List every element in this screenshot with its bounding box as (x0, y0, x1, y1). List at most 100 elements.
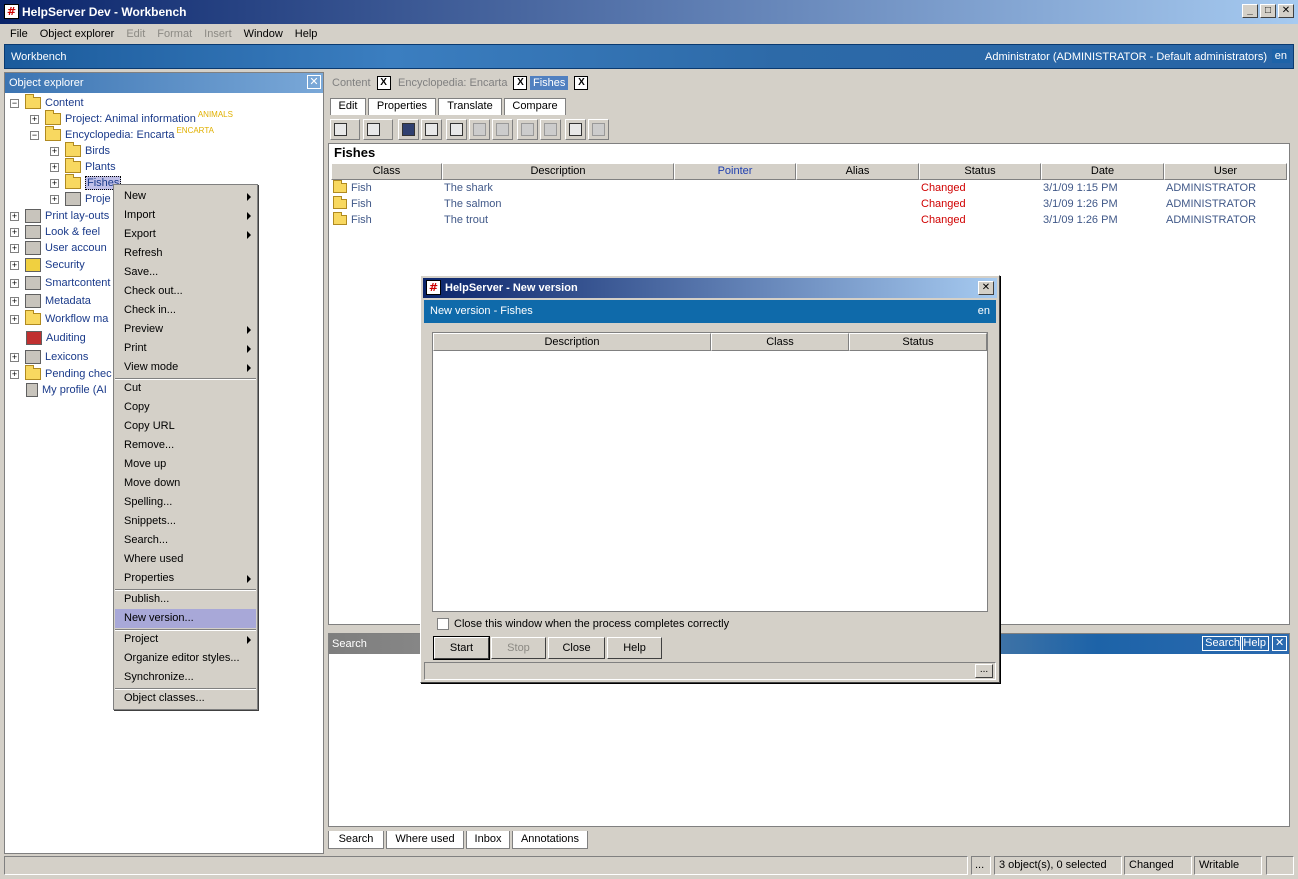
move-down-button[interactable] (540, 119, 561, 140)
expand-icon[interactable]: + (10, 243, 19, 253)
expand-icon[interactable]: + (10, 352, 19, 362)
expand-icon[interactable]: + (50, 146, 59, 156)
tree-item-my-profile[interactable]: My profile (AI (26, 382, 107, 398)
keyboard-icon[interactable] (1266, 856, 1294, 875)
expand-icon[interactable]: + (10, 314, 19, 324)
list-view-button[interactable] (330, 119, 360, 140)
tab-edit[interactable]: Edit (330, 98, 366, 115)
column-alias[interactable]: Alias (796, 163, 919, 180)
menu-window[interactable]: Window (238, 28, 289, 40)
doc-tab-fishes[interactable]: Fishes X (530, 74, 589, 92)
menu-item-properties[interactable]: Properties (115, 569, 256, 588)
menu-item-synchronize[interactable]: Synchronize... (115, 668, 256, 687)
expand-icon[interactable]: + (10, 260, 19, 270)
column-user[interactable]: User (1164, 163, 1287, 180)
row-class[interactable]: Fish (333, 180, 372, 196)
menu-item-new-version[interactable]: New version... (115, 609, 256, 628)
menu-item-new[interactable]: New (115, 187, 256, 206)
column-status[interactable]: Status (919, 163, 1041, 180)
dialog-column-description[interactable]: Description (433, 333, 711, 351)
menu-item-export[interactable]: Export (115, 225, 256, 244)
menu-item-check-in[interactable]: Check in... (115, 301, 256, 320)
tab-where-used[interactable]: Where used (386, 831, 464, 849)
dialog-close-icon[interactable]: ✕ (978, 281, 994, 295)
close-tab-icon[interactable]: X (574, 76, 589, 90)
tree-item-metadata[interactable]: + Metadata (10, 293, 91, 309)
tree-item-encyclopedia[interactable]: − Encyclopedia: Encarta ENCARTA (30, 126, 214, 143)
menu-item-move-down[interactable]: Move down (115, 474, 256, 493)
tab-compare[interactable]: Compare (504, 98, 566, 115)
tree-item-user-accounts[interactable]: + User accoun (10, 240, 107, 256)
print-button[interactable] (446, 119, 467, 140)
row-class[interactable]: Fish (333, 196, 372, 212)
column-description[interactable]: Description (442, 163, 674, 180)
menu-item-where-used[interactable]: Where used (115, 550, 256, 569)
tree-item-smartcontent[interactable]: + Smartcontent (10, 275, 110, 291)
collapse-icon[interactable]: − (10, 98, 19, 108)
tree-item-security[interactable]: + Security (10, 257, 85, 273)
menu-item-spelling[interactable]: Spelling... (115, 493, 256, 512)
menu-edit[interactable]: Edit (120, 28, 151, 40)
doc-tab-content[interactable]: Content X (332, 74, 391, 92)
minimize-button[interactable]: _ (1242, 4, 1258, 18)
row-description[interactable]: The trout (444, 212, 488, 228)
tree-item-content[interactable]: − Content (10, 94, 84, 111)
menu-help[interactable]: Help (289, 28, 324, 40)
snippet-button[interactable] (588, 119, 609, 140)
expand-icon[interactable]: + (10, 296, 19, 306)
menu-item-search[interactable]: Search... (115, 531, 256, 550)
doc-tab-encyclopedia[interactable]: Encyclopedia: Encarta X (398, 74, 528, 92)
help-button[interactable]: Help (607, 637, 662, 659)
menu-insert[interactable]: Insert (198, 28, 238, 40)
dialog-column-status[interactable]: Status (849, 333, 987, 351)
column-class[interactable]: Class (331, 163, 442, 180)
menu-item-copy[interactable]: Copy (115, 398, 256, 417)
menu-item-snippets[interactable]: Snippets... (115, 512, 256, 531)
expand-icon[interactable]: + (10, 211, 19, 221)
tree-item-pending-checks[interactable]: + Pending chec (10, 365, 112, 382)
menu-item-print[interactable]: Print (115, 339, 256, 358)
tab-translate[interactable]: Translate (438, 98, 502, 115)
tab-properties[interactable]: Properties (368, 98, 436, 115)
expand-icon[interactable]: + (50, 178, 59, 188)
tree-view-button[interactable] (363, 119, 393, 140)
expand-icon[interactable]: + (10, 278, 19, 288)
language-button[interactable]: en (1271, 49, 1290, 63)
maximize-button[interactable]: □ (1260, 4, 1276, 18)
start-button[interactable]: Start (433, 636, 490, 660)
menu-item-import[interactable]: Import (115, 206, 256, 225)
checkbox-box[interactable] (437, 618, 449, 630)
menu-item-copy-url[interactable]: Copy URL (115, 417, 256, 436)
menu-item-save[interactable]: Save... (115, 263, 256, 282)
column-date[interactable]: Date (1041, 163, 1164, 180)
menu-item-remove[interactable]: Remove... (115, 436, 256, 455)
close-tab-icon[interactable]: X (376, 76, 391, 90)
tree-item-project[interactable]: + Proje (50, 191, 111, 207)
close-tab-icon[interactable]: X (513, 76, 528, 90)
tab-search[interactable]: Search (328, 831, 384, 849)
tree-item-look-feel[interactable]: + Look & feel (10, 224, 100, 240)
copy-button[interactable] (492, 119, 513, 140)
row-class[interactable]: Fish (333, 212, 372, 228)
menu-item-refresh[interactable]: Refresh (115, 244, 256, 263)
collapse-icon[interactable]: − (30, 130, 39, 140)
preview-button[interactable] (421, 119, 442, 140)
tree-item-auditing[interactable]: Auditing (26, 330, 86, 346)
menu-format[interactable]: Format (151, 28, 198, 40)
expand-icon[interactable]: + (10, 369, 19, 379)
menu-item-organize-editor-styles[interactable]: Organize editor styles... (115, 649, 256, 668)
close-when-done-checkbox[interactable]: Close this window when the process compl… (437, 618, 729, 630)
close-panel-icon[interactable]: ✕ (1272, 636, 1287, 651)
tree-item-birds[interactable]: + Birds (50, 142, 110, 159)
menu-item-move-up[interactable]: Move up (115, 455, 256, 474)
dialog-column-class[interactable]: Class (711, 333, 849, 351)
stop-button[interactable]: Stop (491, 637, 546, 659)
tree-item-lexicons[interactable]: + Lexicons (10, 349, 88, 365)
tree-item-fishes[interactable]: + Fishes (50, 174, 122, 191)
tab-inbox[interactable]: Inbox (466, 831, 510, 849)
menu-item-project[interactable]: Project (115, 630, 256, 649)
menu-item-check-out[interactable]: Check out... (115, 282, 256, 301)
menu-item-object-classes[interactable]: Object classes... (115, 689, 256, 708)
status-more-button[interactable]: ... (971, 856, 991, 875)
cut-button[interactable] (469, 119, 490, 140)
